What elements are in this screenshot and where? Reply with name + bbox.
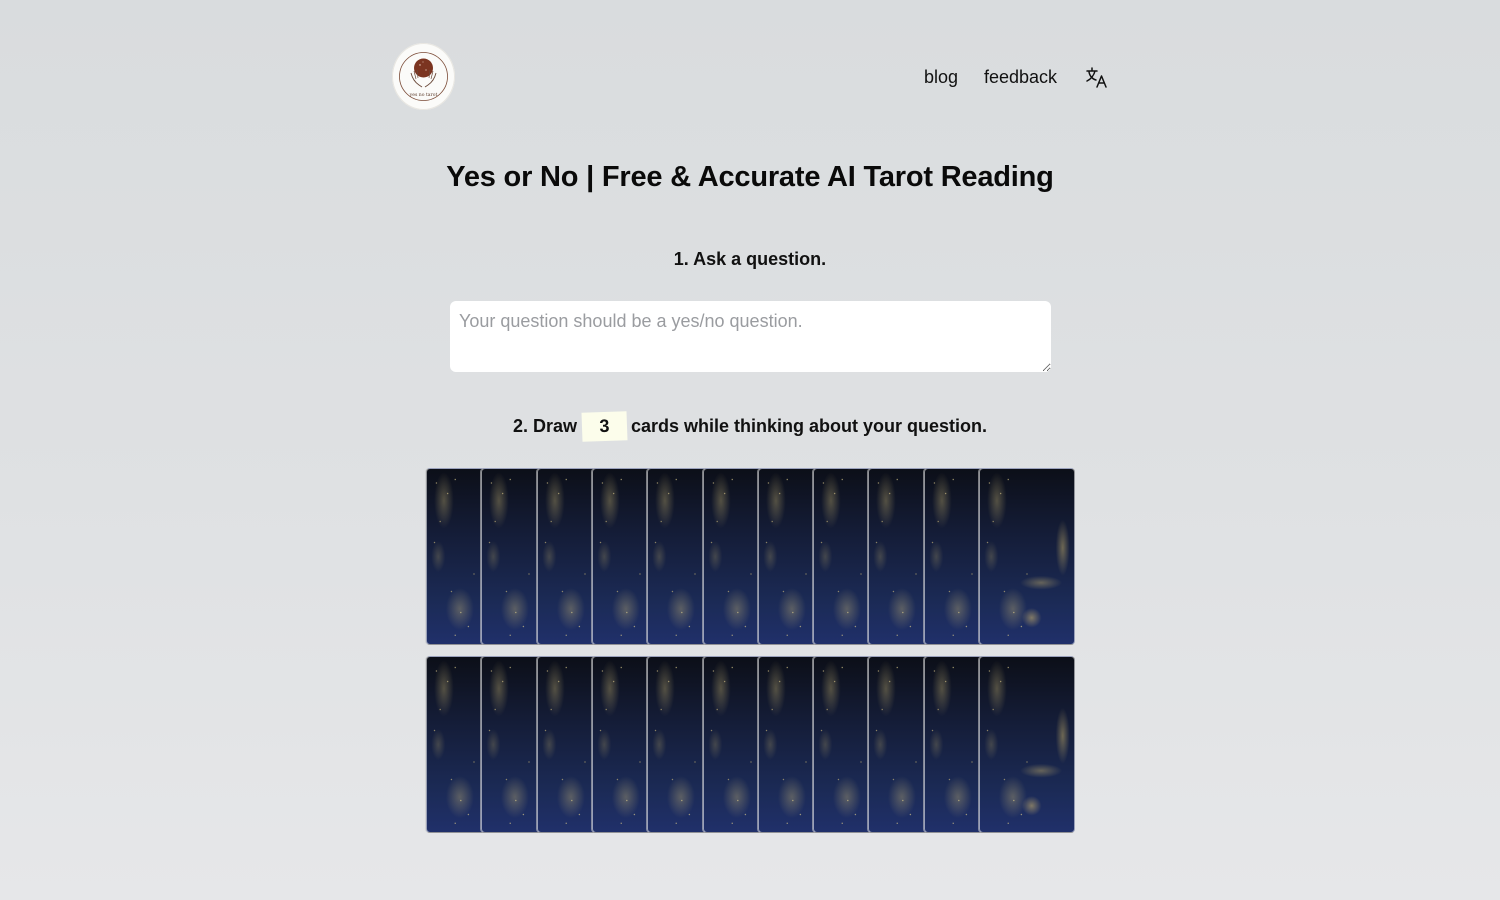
step-2-label-after: cards while thinking about your question… (631, 416, 988, 436)
page-title: Yes or No | Free & Accurate AI Tarot Rea… (446, 161, 1054, 193)
question-input[interactable] (450, 301, 1051, 372)
hands-holding-orb-icon: yes no tarot (399, 52, 448, 101)
nav-link-feedback[interactable]: feedback (984, 64, 1057, 90)
step-1-heading: 1. Ask a question. (673, 249, 827, 269)
translate-icon (1086, 67, 1107, 88)
draw-count-input[interactable]: 3 (581, 411, 628, 442)
site-header: yes no tarot blog feedback (0, 0, 1500, 150)
svg-text:yes no tarot: yes no tarot (409, 92, 438, 98)
step-2-heading: 2. Draw 3 cards while thinking about you… (0, 411, 1500, 442)
card-deck-row-2 (426, 656, 1076, 833)
site-logo[interactable]: yes no tarot (392, 43, 455, 110)
nav-link-blog[interactable]: blog (924, 64, 958, 90)
tarot-card[interactable] (979, 656, 1075, 833)
step-2-label-before: 2. Draw (512, 416, 577, 436)
language-switcher-button[interactable] (1085, 64, 1109, 90)
card-deck-row-1 (426, 468, 1076, 645)
tarot-card[interactable] (979, 468, 1075, 645)
